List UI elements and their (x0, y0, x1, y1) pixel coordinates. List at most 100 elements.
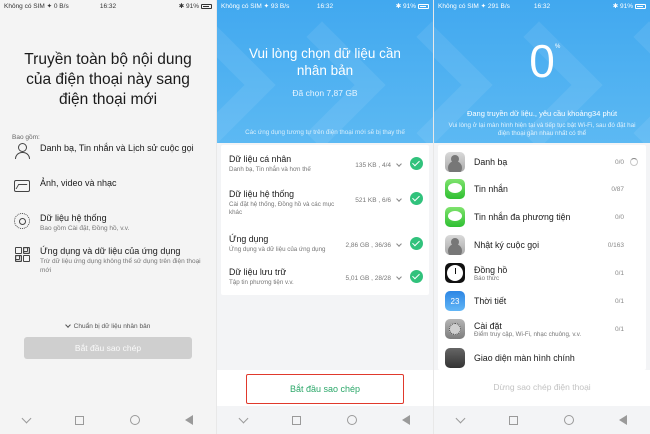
messages-icon (445, 179, 465, 199)
list-item[interactable]: Dữ liệu cá nhân Danh bạ, Tin nhắn và hơn… (229, 154, 423, 186)
nav-bar (217, 406, 433, 434)
battery-text: ✱ 91% (178, 3, 199, 10)
option-contacts-messages: Danh bạ, Tin nhắn và Lịch sử cuộc gọi (14, 143, 210, 159)
back-icon[interactable] (619, 415, 628, 425)
list-item: 23 Thời tiết 0/1 (445, 288, 638, 314)
item-name: Thời tiết (474, 296, 507, 306)
item-count: 0/1 (614, 269, 624, 277)
apps-icon (14, 246, 30, 262)
status-bar: Không có SIM ✦ 291 B/s 16:32 ✱ 91% (434, 0, 650, 12)
arrow-decoration (368, 21, 433, 143)
item-name: Danh bạ (474, 157, 508, 167)
checkmark-icon[interactable] (410, 237, 423, 250)
checkmark-icon[interactable] (410, 192, 423, 205)
item-name: Nhật ký cuộc gọi (474, 240, 540, 250)
settings-icon (445, 319, 465, 339)
item-desc: Ứng dụng và dữ liệu của ứng dụng (229, 246, 326, 253)
option-label: Ứng dụng và dữ liệu của ứng dụng (40, 246, 181, 256)
item-size: 5,01 GB , 28/28 (345, 275, 391, 282)
status-left: Không có SIM ✦ 291 B/s (438, 3, 510, 10)
includes-label: Bao gồm: (12, 134, 40, 141)
battery-icon (418, 3, 429, 9)
item-name: Ứng dụng (229, 234, 269, 244)
item-desc: Danh bạ, Tin nhắn và hơn thế (229, 166, 311, 173)
item-desc: Tập tin phương tiện v.v. (229, 279, 294, 286)
option-sub: Bao gồm Cài đặt, Đồng hồ, v.v. (40, 225, 130, 232)
item-name: Tin nhắn (474, 184, 508, 194)
item-desc: Cài đặt hệ thống, Đồng hồ và các mục khá… (229, 201, 335, 216)
item-count: 0/1 (614, 297, 624, 305)
item-size: 2,86 GB , 36/36 (345, 242, 391, 249)
nav-bar (434, 406, 650, 434)
battery-icon (201, 3, 212, 9)
list-item: Tin nhắn 0/87 (445, 176, 638, 202)
item-name: Tin nhắn đa phương tiện (474, 212, 571, 222)
nav-down-icon[interactable] (238, 413, 249, 423)
list-item[interactable]: Dữ liệu hệ thống Cài đặt hệ thống, Đồng … (229, 189, 423, 221)
contacts-icon (445, 152, 465, 172)
replace-note: Các ứng dụng tương tự trên điện thoại mớ… (245, 129, 405, 136)
intro-screen: Không có SIM ✦ 0 B/s 16:32 ✱ 91% Truyền … (0, 0, 216, 434)
transfer-message: Đang truyền dữ liệu., yêu cầu khoảng34 p… (466, 109, 618, 118)
battery-text: ✱ 91% (395, 3, 416, 10)
call-log-icon (445, 235, 465, 255)
list-item: Nhật ký cuộc gọi 0/163 (445, 232, 638, 258)
clock-icon (445, 263, 465, 283)
checkmark-icon[interactable] (410, 157, 423, 170)
status-left: Không có SIM ✦ 93 B/s (221, 3, 290, 10)
page-title: Vui lòng chọn dữ liệu cần nhân bản (249, 46, 401, 78)
prepare-data-toggle[interactable]: Chuẩn bị dữ liệu nhân bản (0, 322, 216, 330)
home-icon[interactable] (129, 415, 140, 425)
transfer-progress-screen: Không có SIM ✦ 291 B/s 16:32 ✱ 91% 0 % Đ… (434, 0, 650, 434)
gear-icon (14, 213, 30, 229)
home-icon[interactable] (563, 415, 574, 425)
weather-icon: 23 (445, 291, 465, 311)
stop-copy-button[interactable]: Dừng sao chép điện thoại (434, 382, 650, 392)
mms-icon (445, 207, 465, 227)
home-icon[interactable] (346, 415, 357, 425)
item-name: Dữ liệu hệ thống (229, 189, 295, 199)
battery-icon (635, 3, 646, 9)
nav-down-icon[interactable] (455, 413, 466, 423)
page-title: Truyền toàn bộ nội dung của điện thoại n… (24, 51, 192, 108)
photo-icon (14, 180, 30, 192)
transfer-item-list: Danh bạ 0/0 Tin nhắn 0/87 Tin nhắn đa ph… (438, 145, 646, 370)
arrow-decoration (258, 21, 386, 143)
option-apps: Ứng dụng và dữ liệu của ứng dụng Trừ dữ … (14, 246, 210, 275)
item-name: Cài đặt (474, 320, 502, 331)
list-item[interactable]: Dữ liệu lưu trữ Tập tin phương tiện v.v.… (229, 267, 423, 299)
recent-apps-icon[interactable] (292, 415, 302, 425)
item-count: 0/0 (614, 158, 624, 166)
nav-down-icon[interactable] (21, 413, 32, 423)
item-name: Dữ liệu cá nhân (229, 154, 292, 164)
recent-apps-icon[interactable] (509, 415, 519, 425)
start-copy-button-disabled[interactable]: Bắt đầu sao chép (24, 337, 192, 359)
item-count: 0/163 (607, 241, 624, 249)
back-icon[interactable] (185, 415, 194, 425)
option-label: Dữ liệu hệ thống (40, 213, 107, 223)
option-label: Ảnh, video và nhạc (40, 178, 117, 188)
status-bar: Không có SIM ✦ 0 B/s 16:32 ✱ 91% (0, 0, 216, 12)
recent-apps-icon[interactable] (75, 415, 85, 425)
status-bar: Không có SIM ✦ 93 B/s 16:32 ✱ 91% (217, 0, 433, 12)
selected-size: Đã chọn 7,87 GB (292, 88, 358, 98)
list-item[interactable]: Ứng dụng Ứng dụng và dữ liệu của ứng dụn… (229, 234, 423, 266)
item-count: 0/87 (611, 185, 624, 193)
option-label: Danh bạ, Tin nhắn và Lịch sử cuộc gọi (40, 143, 194, 153)
loading-spinner-icon (630, 158, 638, 166)
list-item: Tin nhắn đa phương tiện 0/0 (445, 204, 638, 230)
status-left: Không có SIM ✦ 0 B/s (4, 3, 69, 10)
item-name: Đồng hồ (474, 264, 508, 275)
item-count: 0/1 (614, 325, 624, 333)
progress-unit: % (555, 44, 561, 50)
option-system-data: Dữ liệu hệ thống Bao gồm Cài đặt, Đồng h… (14, 213, 210, 234)
item-size: 135 KB , 4/4 (355, 162, 391, 169)
list-item: Cài đặt Điểm truy cập, Wi-Fi, nhạc chuôn… (445, 316, 638, 342)
start-copy-button[interactable]: Bắt đầu sao chép (246, 374, 404, 404)
item-size: 521 KB , 6/6 (355, 197, 391, 204)
select-data-screen: Không có SIM ✦ 93 B/s 16:32 ✱ 91% Vui lò… (217, 0, 433, 434)
item-desc: Báo thức (474, 274, 500, 282)
prepare-label: Chuẩn bị dữ liệu nhân bản (73, 323, 151, 330)
checkmark-icon[interactable] (410, 270, 423, 283)
back-icon[interactable] (402, 415, 411, 425)
